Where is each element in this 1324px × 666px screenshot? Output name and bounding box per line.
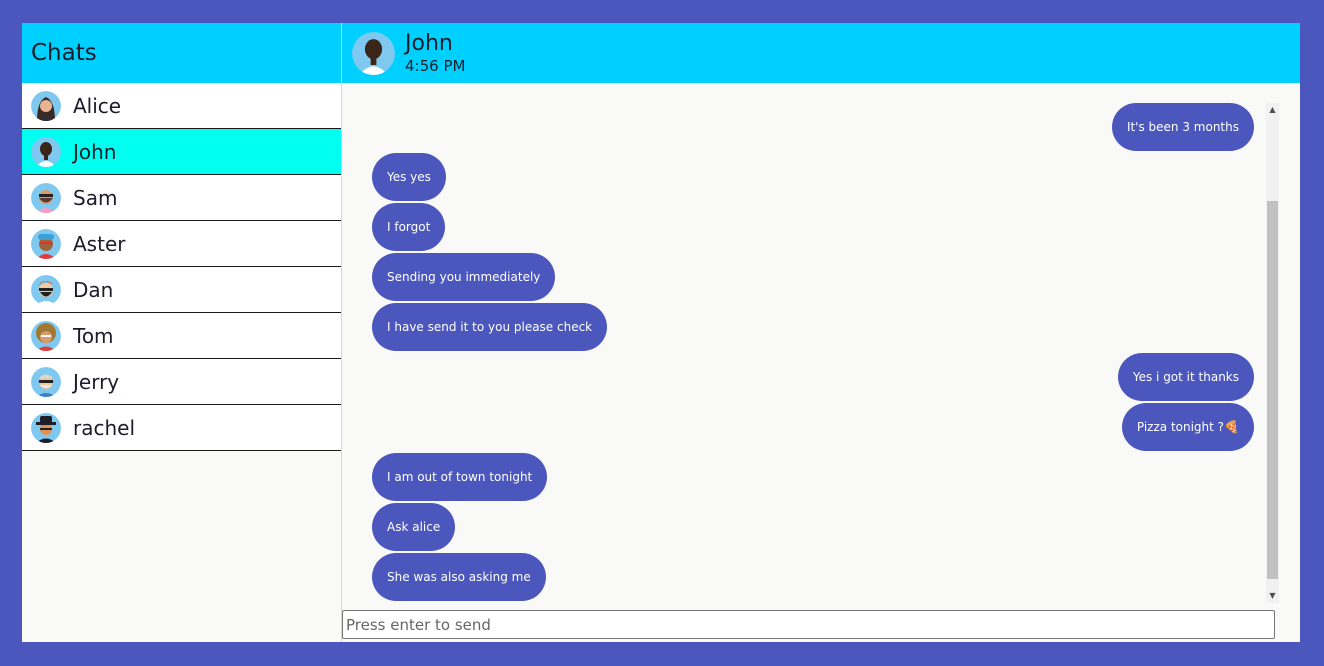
message-bubble: Yes i got it thanks	[1117, 353, 1254, 401]
message-bubble: I am out of town tonight	[372, 453, 548, 501]
message-scrollbar[interactable]: ▲ ▼	[1266, 103, 1279, 603]
sidebar-header: Chats	[22, 23, 341, 83]
sidebar-title: Chats	[31, 40, 97, 66]
scroll-down-icon[interactable]: ▼	[1266, 589, 1279, 603]
scroll-thumb[interactable]	[1267, 201, 1278, 579]
message-bubble: Ask alice	[372, 503, 456, 551]
contact-dan[interactable]: Dan	[22, 267, 341, 313]
chat-contact-name: John	[405, 30, 453, 56]
contact-jerry[interactable]: Jerry	[22, 359, 341, 405]
hat-person-avatar-icon	[31, 412, 61, 443]
grey-man-avatar-icon	[31, 366, 61, 397]
contact-name: Aster	[73, 231, 126, 256]
last-seen-time: 4:56 PM	[405, 56, 466, 75]
chat-app: Chats Alice John Sam Aster Dan Tom Jerry…	[22, 23, 1300, 642]
curly-man-avatar-icon	[31, 320, 61, 351]
contact-list: Alice John Sam Aster Dan Tom Jerry rache…	[22, 83, 341, 451]
beanie-man-avatar-icon	[31, 228, 61, 259]
chat-panel: John 4:56 PM It's been 3 months Yes yes …	[342, 23, 1300, 642]
composer	[342, 610, 1275, 639]
bald-man-avatar-icon	[31, 136, 61, 167]
message-bubble: Pizza tonight ?🍕	[1121, 403, 1254, 451]
bald-man-avatar-icon	[352, 31, 395, 75]
contact-alice[interactable]: Alice	[22, 83, 341, 129]
scroll-up-icon[interactable]: ▲	[1266, 103, 1279, 117]
contact-tom[interactable]: Tom	[22, 313, 341, 359]
contact-aster[interactable]: Aster	[22, 221, 341, 267]
contact-name: John	[73, 139, 117, 164]
chat-header: John 4:56 PM	[342, 23, 1300, 83]
contact-name: Jerry	[73, 369, 120, 394]
contact-name: Alice	[73, 93, 122, 118]
message-bubble: Sending you immediately	[372, 253, 556, 301]
contact-name: Tom	[73, 323, 114, 348]
redhead-man-avatar-icon	[31, 274, 61, 305]
contact-name: Dan	[73, 277, 114, 302]
message-bubble: Yes yes	[372, 153, 446, 201]
message-bubble: She was also asking me	[372, 553, 546, 601]
message-bubble: It's been 3 months	[1111, 103, 1254, 151]
contact-name: Sam	[73, 185, 118, 210]
message-list: It's been 3 months Yes yes I forgot Send…	[342, 83, 1266, 607]
sidebar: Chats Alice John Sam Aster Dan Tom Jerry…	[22, 23, 342, 642]
message-bubble: I have send it to you please check	[372, 303, 608, 351]
contact-name: rachel	[73, 415, 136, 440]
woman-avatar-icon	[31, 90, 61, 121]
contact-john[interactable]: John	[22, 129, 341, 175]
message-bubble: I forgot	[372, 203, 446, 251]
message-input[interactable]	[342, 610, 1275, 639]
sunglasses-man-avatar-icon	[31, 182, 61, 213]
contact-sam[interactable]: Sam	[22, 175, 341, 221]
contact-rachel[interactable]: rachel	[22, 405, 341, 451]
